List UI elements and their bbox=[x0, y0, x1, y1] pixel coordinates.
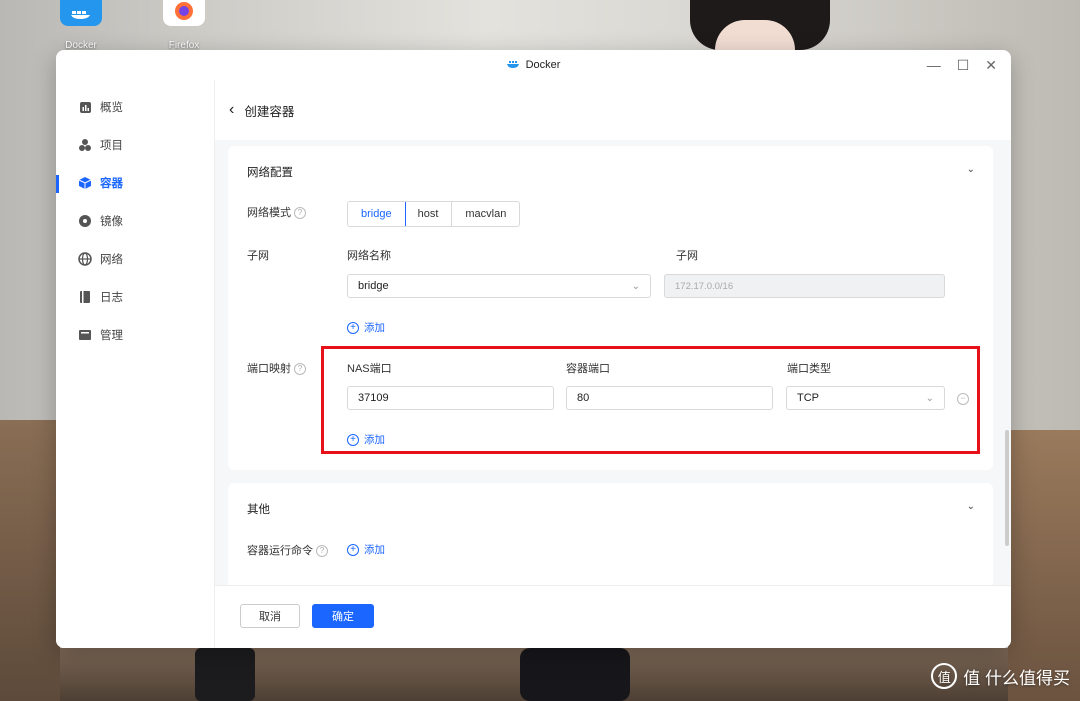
mode-option-host[interactable]: host bbox=[405, 202, 453, 226]
disc-icon bbox=[78, 214, 92, 228]
port-mapping-highlight-box bbox=[321, 346, 980, 454]
maximize-button[interactable]: ☐ bbox=[957, 57, 970, 74]
container-command-label-text: 容器运行命令 bbox=[247, 545, 313, 557]
other-section-title: 其他 bbox=[247, 504, 270, 516]
docker-whale-icon bbox=[506, 59, 520, 72]
smzdm-logo-icon: 值 bbox=[931, 663, 958, 689]
network-name-select[interactable]: bridge ⌄ bbox=[347, 274, 651, 298]
watermark-text: 值 什么值得买 bbox=[963, 668, 1070, 688]
sidebar-item-projects[interactable]: 项目 bbox=[56, 126, 214, 164]
sidebar-item-label: 日志 bbox=[100, 292, 123, 304]
sidebar-item-label: 项目 bbox=[100, 140, 123, 152]
cubes-icon bbox=[78, 138, 92, 152]
sidebar-item-label: 容器 bbox=[100, 178, 123, 190]
vertical-scrollbar[interactable] bbox=[1005, 430, 1009, 546]
log-book-icon bbox=[78, 290, 92, 304]
mode-option-bridge[interactable]: bridge bbox=[348, 202, 406, 226]
sidebar-item-logs[interactable]: 日志 bbox=[56, 278, 214, 316]
port-mapping-label: 端口映射? bbox=[247, 360, 306, 376]
window-controls: — ☐ ✕ bbox=[927, 50, 997, 80]
window-title-text: Docker bbox=[525, 59, 561, 71]
window-titlebar: Docker — ☐ ✕ bbox=[56, 50, 1011, 81]
globe-icon bbox=[78, 252, 92, 266]
network-name-column-header: 网络名称 bbox=[347, 250, 391, 262]
add-network-button[interactable]: + 添加 bbox=[347, 320, 385, 335]
desktop-icon-docker[interactable]: Docker bbox=[58, 0, 104, 51]
background-person-legs bbox=[195, 648, 255, 701]
container-cube-icon bbox=[78, 176, 92, 190]
other-config-card: 其他 ⌄ 容器运行命令? + 添加 bbox=[228, 483, 993, 586]
port-mapping-label-text: 端口映射 bbox=[247, 363, 291, 375]
subnet-row-label: 子网 bbox=[247, 250, 269, 262]
background-desk-left bbox=[0, 420, 60, 701]
background-desk-right bbox=[1008, 430, 1080, 701]
sidebar-item-manage[interactable]: 管理 bbox=[56, 316, 214, 354]
window-title: Docker bbox=[506, 59, 561, 72]
cancel-button[interactable]: 取消 bbox=[240, 604, 300, 628]
help-icon[interactable]: ? bbox=[316, 545, 328, 558]
sidebar: 概览 项目 容器 镜像 网络 日志 管理 bbox=[56, 80, 215, 648]
network-name-value: bridge bbox=[358, 280, 389, 292]
network-mode-selector: bridge host macvlan bbox=[347, 201, 521, 227]
sidebar-item-label: 概览 bbox=[100, 102, 123, 114]
plus-circle-icon: + bbox=[347, 543, 359, 556]
sidebar-item-label: 管理 bbox=[100, 330, 123, 342]
back-arrow-icon[interactable]: ‹ bbox=[229, 101, 234, 119]
sidebar-item-overview[interactable]: 概览 bbox=[56, 88, 214, 126]
network-mode-label-text: 网络模式 bbox=[247, 207, 291, 219]
confirm-button[interactable]: 确定 bbox=[312, 604, 374, 628]
watermark: 值 值 什么值得买 bbox=[931, 663, 1070, 689]
docker-app-icon bbox=[60, 0, 102, 26]
subnet-column-header: 子网 bbox=[676, 250, 698, 262]
subnet-field: 172.17.0.0/16 bbox=[664, 274, 945, 298]
network-section-title: 网络配置 bbox=[247, 167, 293, 179]
add-network-label: 添加 bbox=[364, 322, 385, 334]
sidebar-item-label: 网络 bbox=[100, 254, 123, 266]
desktop-icon-firefox[interactable]: Firefox bbox=[161, 0, 207, 51]
mode-option-macvlan[interactable]: macvlan bbox=[452, 202, 519, 226]
add-command-label: 添加 bbox=[364, 544, 385, 556]
minimize-button[interactable]: — bbox=[927, 57, 941, 73]
sidebar-item-network[interactable]: 网络 bbox=[56, 240, 214, 278]
form-footer: 取消 确定 bbox=[215, 585, 1011, 648]
firefox-app-icon bbox=[163, 0, 205, 26]
subnet-value: 172.17.0.0/16 bbox=[675, 280, 734, 292]
page-header: ‹ 创建容器 bbox=[215, 80, 1011, 140]
collapse-chevron-icon[interactable]: ⌄ bbox=[967, 164, 975, 175]
network-mode-label: 网络模式? bbox=[247, 204, 306, 220]
dashboard-icon bbox=[78, 100, 92, 114]
sidebar-item-containers[interactable]: 容器 bbox=[56, 164, 214, 202]
container-command-label: 容器运行命令? bbox=[247, 542, 328, 558]
help-icon[interactable]: ? bbox=[294, 363, 306, 376]
add-command-button[interactable]: + 添加 bbox=[347, 542, 385, 557]
manage-icon bbox=[78, 328, 92, 342]
sidebar-item-label: 镜像 bbox=[100, 216, 123, 228]
background-person-shoes bbox=[520, 648, 630, 701]
sidebar-item-images[interactable]: 镜像 bbox=[56, 202, 214, 240]
page-title: 创建容器 bbox=[244, 104, 295, 119]
collapse-chevron-icon[interactable]: ⌄ bbox=[967, 501, 975, 512]
help-icon[interactable]: ? bbox=[294, 207, 306, 220]
chevron-down-icon: ⌄ bbox=[631, 280, 640, 292]
plus-circle-icon: + bbox=[347, 321, 359, 334]
close-button[interactable]: ✕ bbox=[985, 57, 997, 74]
